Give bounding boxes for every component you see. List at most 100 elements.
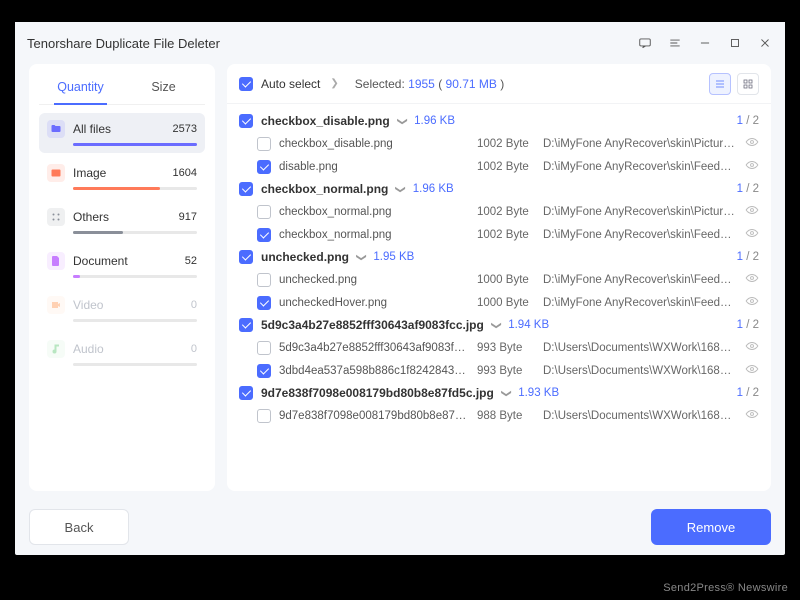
category-label: Audio [73, 342, 104, 356]
eye-icon[interactable] [745, 362, 759, 379]
file-checkbox[interactable] [257, 364, 271, 378]
file-row: checkbox_normal.png 1002 Byte D:\iMyFone… [227, 200, 771, 223]
file-row: 5d9c3a4b27e8852fff30643af9083fcc.jpg 993… [227, 336, 771, 359]
chevron-down-icon[interactable]: ❯ [395, 185, 406, 193]
file-checkbox[interactable] [257, 296, 271, 310]
chevron-down-icon[interactable]: ❯ [396, 117, 407, 125]
view-grid-button[interactable] [737, 73, 759, 95]
auto-select-checkbox[interactable] [239, 77, 253, 91]
eye-icon[interactable] [745, 158, 759, 175]
group-count: 1 / 2 [737, 319, 759, 331]
main-panel: Auto select ❯ Selected: 1955 ( 90.71 MB … [227, 64, 771, 491]
file-size: 1000 Byte [477, 274, 535, 286]
file-path: D:\iMyFone AnyRecover\skin\FeedbackRes\s… [543, 229, 737, 241]
file-path: D:\iMyFone AnyRecover\skin\FeedbackRes\s… [543, 161, 737, 173]
image-icon [47, 164, 65, 182]
app-window: Tenorshare Duplicate File Deleter Quanti… [15, 22, 785, 555]
credit-text: Send2Press® Newswire [663, 582, 788, 594]
group-name: unchecked.png [261, 250, 349, 264]
titlebar: Tenorshare Duplicate File Deleter [15, 22, 785, 64]
tab-quantity[interactable]: Quantity [39, 74, 122, 104]
chevron-down-icon[interactable]: ❯ [501, 389, 512, 397]
file-checkbox[interactable] [257, 137, 271, 151]
chevron-down-icon[interactable]: ❯ [356, 253, 367, 261]
chevron-down-icon[interactable]: ❯ [491, 321, 502, 329]
file-size: 1002 Byte [477, 206, 535, 218]
file-path: D:\Users\Documents\WXWork\1688854... [543, 365, 737, 377]
view-list-button[interactable] [709, 73, 731, 95]
file-path: D:\Users\Documents\WXWork\1688854... [543, 342, 737, 354]
tab-size[interactable]: Size [122, 74, 205, 104]
group-header: 9d7e838f7098e008179bd80b8e87fd5c.jpg ❯ 1… [227, 382, 771, 404]
file-path: D:\iMyFone AnyRecover\skin\PictureNo... [543, 138, 737, 150]
group-checkbox[interactable] [239, 250, 253, 264]
file-name: 9d7e838f7098e008179bd80b8e87fd5c.jpg [279, 410, 469, 422]
category-label: All files [73, 122, 111, 136]
category-count: 1604 [173, 167, 197, 179]
file-row: uncheckedHover.png 1000 Byte D:\iMyFone … [227, 291, 771, 314]
group-name: checkbox_disable.png [261, 114, 390, 128]
category-video[interactable]: Video 0 [39, 289, 205, 329]
group-checkbox[interactable] [239, 182, 253, 196]
file-path: D:\iMyFone AnyRecover\skin\FeedbackRes\s… [543, 297, 737, 309]
category-count: 2573 [173, 123, 197, 135]
file-size: 1002 Byte [477, 161, 535, 173]
eye-icon[interactable] [745, 271, 759, 288]
app-title: Tenorshare Duplicate File Deleter [27, 36, 220, 51]
file-row: 9d7e838f7098e008179bd80b8e87fd5c.jpg 988… [227, 404, 771, 427]
category-count: 0 [191, 343, 197, 355]
maximize-icon[interactable] [727, 35, 743, 51]
menu-icon[interactable] [667, 35, 683, 51]
eye-icon[interactable] [745, 135, 759, 152]
group-count: 1 / 2 [737, 183, 759, 195]
minimize-icon[interactable] [697, 35, 713, 51]
close-icon[interactable] [757, 35, 773, 51]
file-checkbox[interactable] [257, 341, 271, 355]
file-checkbox[interactable] [257, 409, 271, 423]
file-row: disable.png 1002 Byte D:\iMyFone AnyReco… [227, 155, 771, 178]
group-checkbox[interactable] [239, 318, 253, 332]
folder-icon [47, 120, 65, 138]
file-name: 5d9c3a4b27e8852fff30643af9083fcc.jpg [279, 342, 469, 354]
eye-icon[interactable] [745, 294, 759, 311]
group-header: unchecked.png ❯ 1.95 KB 1 / 2 [227, 246, 771, 268]
group-checkbox[interactable] [239, 386, 253, 400]
group-header: checkbox_disable.png ❯ 1.96 KB 1 / 2 [227, 110, 771, 132]
video-icon [47, 296, 65, 314]
category-audio[interactable]: Audio 0 [39, 333, 205, 373]
group-checkbox[interactable] [239, 114, 253, 128]
eye-icon[interactable] [745, 339, 759, 356]
group-name: 9d7e838f7098e008179bd80b8e87fd5c.jpg [261, 386, 494, 400]
category-label: Document [73, 254, 128, 268]
file-row: 3dbd4ea537a598b886c1f8242843db42.jpg 993… [227, 359, 771, 382]
eye-icon[interactable] [745, 203, 759, 220]
file-checkbox[interactable] [257, 273, 271, 287]
file-checkbox[interactable] [257, 160, 271, 174]
category-document[interactable]: Document 52 [39, 245, 205, 285]
category-label: Video [73, 298, 103, 312]
eye-icon[interactable] [745, 226, 759, 243]
remove-button[interactable]: Remove [651, 509, 771, 545]
category-label: Others [73, 210, 109, 224]
auto-select-label: Auto select [261, 77, 320, 91]
file-size: 993 Byte [477, 365, 535, 377]
file-name: disable.png [279, 161, 469, 173]
file-row: checkbox_normal.png 1002 Byte D:\iMyFone… [227, 223, 771, 246]
chevron-right-icon[interactable]: ❯ [330, 78, 338, 89]
category-image[interactable]: Image 1604 [39, 157, 205, 197]
file-list: checkbox_disable.png ❯ 1.96 KB 1 / 2 che… [227, 104, 771, 491]
group-name: 5d9c3a4b27e8852fff30643af9083fcc.jpg [261, 318, 484, 332]
file-checkbox[interactable] [257, 205, 271, 219]
group-size: 1.94 KB [508, 319, 549, 331]
file-path: D:\Users\Documents\WXWork\1688854 [543, 410, 737, 422]
category-others[interactable]: Others 917 [39, 201, 205, 241]
group-size: 1.96 KB [414, 115, 455, 127]
feedback-icon[interactable] [637, 35, 653, 51]
file-checkbox[interactable] [257, 228, 271, 242]
group-header: checkbox_normal.png ❯ 1.96 KB 1 / 2 [227, 178, 771, 200]
eye-icon[interactable] [745, 407, 759, 424]
category-all-files[interactable]: All files 2573 [39, 113, 205, 153]
file-name: checkbox_normal.png [279, 206, 469, 218]
back-button[interactable]: Back [29, 509, 129, 545]
category-count: 917 [179, 211, 197, 223]
